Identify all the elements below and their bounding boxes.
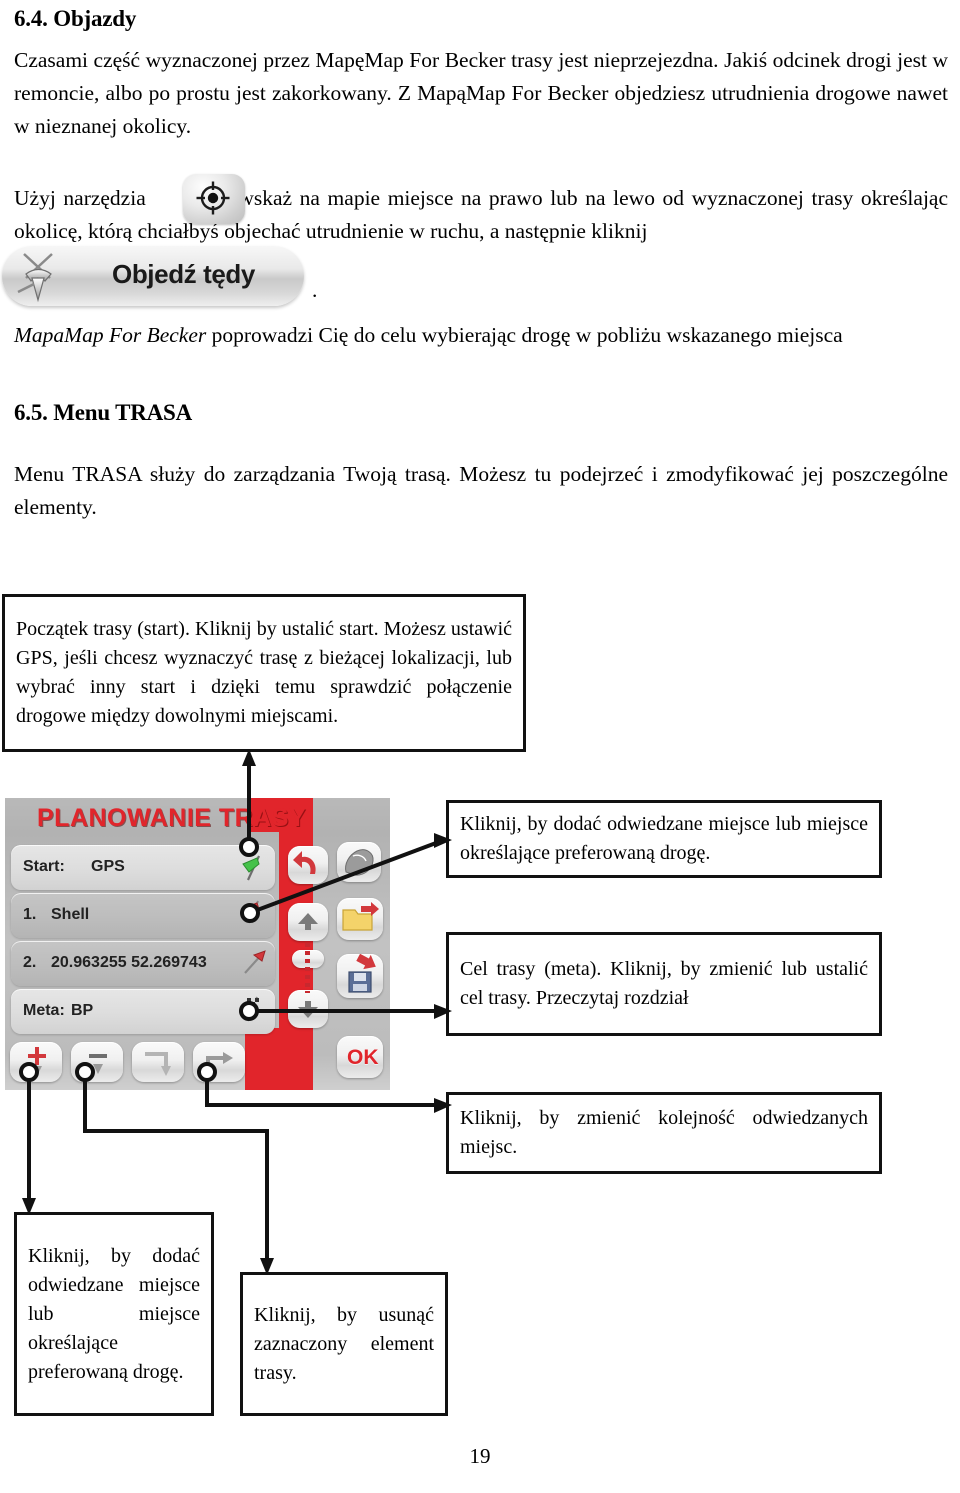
paragraph-menu-trasa: Menu TRASA służy do zarządzania Twoją tr… <box>14 462 948 519</box>
device-title: PLANOWANIE TRASY <box>37 804 307 832</box>
paragraph-tool-usage: Użyj narzędzia , wskaż na mapie miejsce … <box>14 182 948 248</box>
device-row-start-value: GPS <box>91 858 125 875</box>
device-row-waypoint-1[interactable]: 1. Shell <box>11 893 275 938</box>
callout-delete-element: Kliknij, by usunąć zaznaczony element tr… <box>240 1272 448 1416</box>
crosshair-tool-icon <box>183 174 245 224</box>
tool-text-before: Użyj narzędzia <box>14 186 146 210</box>
callout-delete-element-text: Kliknij, by usunąć zaznaczony element tr… <box>254 1303 434 1384</box>
device-button-move-down[interactable] <box>288 990 328 1028</box>
callout-add-place-top: Kliknij, by dodać odwiedzane miejsce lub… <box>446 800 882 878</box>
save-floppy-icon <box>348 953 376 993</box>
callout-reorder: Kliknij, by zmienić kolejność odwiedzany… <box>446 1092 882 1174</box>
paragraph-objazdy-intro: Czasami część wyznaczonej przez MapęMap … <box>14 48 948 138</box>
callout-start-text: Początek trasy (start). Kliknij by ustal… <box>16 618 512 727</box>
red-arrow-pin-icon[interactable] <box>237 947 269 977</box>
reorder-route-icon <box>206 1052 233 1070</box>
green-flag-icon[interactable] <box>237 854 267 882</box>
red-flag-icon[interactable] <box>237 899 267 927</box>
device-button-reverse-route[interactable] <box>132 1042 184 1082</box>
callout-start-point: Początek trasy (start). Kliknij by ustal… <box>2 594 526 752</box>
device-row-start-label: Start: <box>23 858 65 875</box>
device-button-reorder[interactable] <box>193 1042 245 1082</box>
device-row-waypoint-2-number: 2. <box>23 954 37 971</box>
section-heading-6-5: 6.5. Menu TRASA <box>14 400 193 425</box>
tool-text-after: , wskaż na mapie miejsce na prawo lub na… <box>14 186 949 243</box>
device-button-undo[interactable] <box>288 846 328 884</box>
callout-destination-text: Cel trasy (meta). Kliknij, by zmienić lu… <box>460 958 868 1009</box>
open-folder-icon <box>342 902 379 931</box>
device-button-remove-place[interactable] <box>71 1042 123 1082</box>
device-button-open[interactable] <box>337 898 383 940</box>
undo-arrow-icon <box>293 851 316 874</box>
arrow-down-icon <box>298 1001 318 1018</box>
device-row-waypoint-1-text: Shell <box>51 906 90 923</box>
minus-pin-icon <box>89 1054 107 1074</box>
document-page: 6.4. Objazdy Czasami część wyznaczonej p… <box>0 0 960 1493</box>
map-region-icon <box>345 849 374 876</box>
device-row-meta[interactable]: Meta: BP <box>11 989 275 1034</box>
page-number: 19 <box>469 1444 491 1468</box>
device-dotted-connector <box>305 943 310 993</box>
plus-pin-icon <box>28 1047 46 1076</box>
red-panel-right <box>245 1028 313 1090</box>
callout-add-place-top-text: Kliknij, by dodać odwiedzane miejsce lub… <box>460 813 868 864</box>
device-row-waypoint-2-text: 20.963255 52.269743 <box>51 954 207 971</box>
callout-add-place-bottom: Kliknij, by dodać odwiedzane miejsce lub… <box>14 1212 214 1416</box>
checkered-flag-icon[interactable] <box>237 995 267 1025</box>
section-heading-6-4: 6.4. Objazdy <box>14 6 137 31</box>
device-button-ok[interactable]: OK <box>337 1036 383 1078</box>
crosshair-glyph <box>194 179 232 217</box>
arrow-up-icon <box>298 913 318 930</box>
mapamap-brand: MapaMap For Becker <box>14 323 207 347</box>
objedz-tedy-button[interactable]: Objedź tędy <box>2 246 304 306</box>
mapamap-rest: poprowadzi Cię do celu wybierając drogę … <box>206 323 843 347</box>
reverse-route-icon <box>145 1052 171 1076</box>
device-row-start[interactable]: Start: GPS <box>11 845 275 890</box>
device-button-move-up[interactable] <box>288 903 328 941</box>
device-ok-label: OK <box>347 1046 379 1069</box>
device-button-map[interactable] <box>337 842 381 882</box>
device-button-add-place[interactable] <box>10 1042 62 1082</box>
callout-add-place-bottom-text: Kliknij, by dodać odwiedzane miejsce lub… <box>28 1244 200 1383</box>
device-row-meta-value: BP <box>71 1002 94 1019</box>
device-button-save[interactable] <box>337 953 383 998</box>
device-row-waypoint-1-number: 1. <box>23 906 37 923</box>
paragraph-mapamap-note: MapaMap For Becker poprowadzi Cię do cel… <box>14 320 948 350</box>
device-screenshot-planowanie-trasy: PLANOWANIE TRASY Start: GPS 1. Shell 2. … <box>5 798 390 1090</box>
detour-route-icon <box>10 248 66 304</box>
device-row-meta-label: Meta: <box>23 1002 65 1019</box>
objedz-tedy-label: Objedź tędy <box>112 259 255 289</box>
sentence-period: . <box>312 278 318 302</box>
device-row-waypoint-2[interactable]: 2. 20.963255 52.269743 <box>11 941 275 986</box>
callout-destination: Cel trasy (meta). Kliknij, by zmienić lu… <box>446 932 882 1036</box>
callout-reorder-text: Kliknij, by zmienić kolejność odwiedzany… <box>460 1107 868 1158</box>
